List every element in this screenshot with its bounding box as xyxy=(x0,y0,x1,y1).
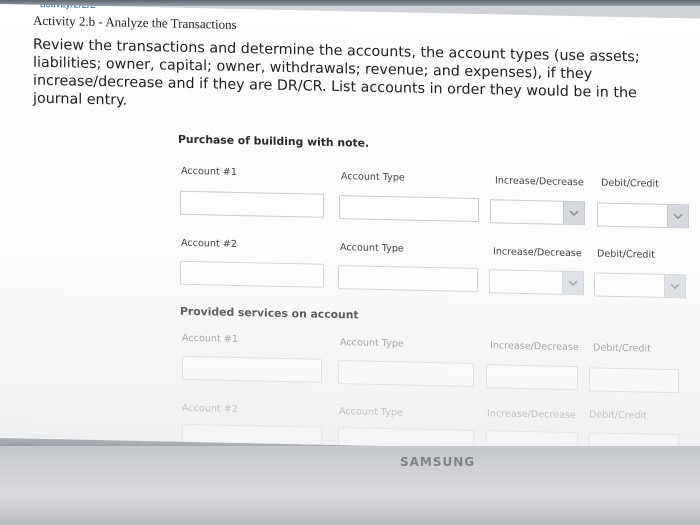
t1-r1-incdec-label: Increase/Decrease xyxy=(495,175,584,189)
t1-r2-drcr-label: Debit/Credit xyxy=(597,248,655,261)
t2-r1-drcr-label: Debit/Credit xyxy=(593,342,651,355)
monitor-brand-logo: SAMSUNG xyxy=(400,455,476,469)
transaction-1-label: Purchase of building with note. xyxy=(178,132,370,150)
chevron-down-icon xyxy=(664,274,685,298)
t2-account-1-input[interactable] xyxy=(182,355,322,383)
t2-account-1-incdec-select[interactable] xyxy=(486,364,578,391)
monitor-top-bezel xyxy=(0,0,700,6)
t1-account-1-incdec-select[interactable] xyxy=(490,199,585,226)
activity-title: Activity 2.b - Analyze the Transactions xyxy=(33,12,237,32)
t1-r1-type-label: Account Type xyxy=(341,171,405,184)
browser-content: activity/2/2/2 Activity 2.b - Analyze th… xyxy=(0,4,700,459)
monitor-bezel xyxy=(0,446,700,525)
t2-account-1-drcr-select[interactable] xyxy=(589,367,679,394)
t1-r2-type-label: Account Type xyxy=(340,242,404,255)
t1-account-1-type-input[interactable] xyxy=(339,195,479,223)
t2-r1-type-label: Account Type xyxy=(340,337,404,350)
chevron-down-icon xyxy=(667,204,688,228)
t2-r1-account-label: Account #1 xyxy=(182,332,238,345)
transaction-2-label: Provided services on account xyxy=(180,304,359,322)
t1-account-1-input[interactable] xyxy=(180,190,324,218)
t1-account-2-input[interactable] xyxy=(180,260,324,288)
t1-r1-drcr-label: Debit/Credit xyxy=(601,177,659,190)
t1-account-2-incdec-select[interactable] xyxy=(489,269,584,296)
t2-r2-drcr-label: Debit/Credit xyxy=(589,409,647,422)
t2-r2-account-label: Account #2 xyxy=(182,402,238,415)
t2-account-1-type-input[interactable] xyxy=(338,360,474,387)
t1-r2-incdec-label: Increase/Decrease xyxy=(493,246,582,260)
url-fragment[interactable]: activity/2/2/2 xyxy=(40,4,96,12)
t2-r1-incdec-label: Increase/Decrease xyxy=(490,340,579,354)
t1-account-1-drcr-select[interactable] xyxy=(597,202,689,229)
t2-r2-incdec-label: Increase/Decrease xyxy=(487,408,576,422)
chevron-down-icon xyxy=(562,271,583,295)
t1-r1-account-label: Account #1 xyxy=(181,165,237,178)
chevron-down-icon xyxy=(563,201,584,225)
t2-r2-type-label: Account Type xyxy=(339,406,403,419)
t1-r2-account-label: Account #2 xyxy=(181,237,237,250)
t1-account-2-drcr-select[interactable] xyxy=(594,272,686,299)
t1-account-2-type-input[interactable] xyxy=(338,265,478,293)
instructions-text: Review the transactions and determine th… xyxy=(33,36,640,109)
